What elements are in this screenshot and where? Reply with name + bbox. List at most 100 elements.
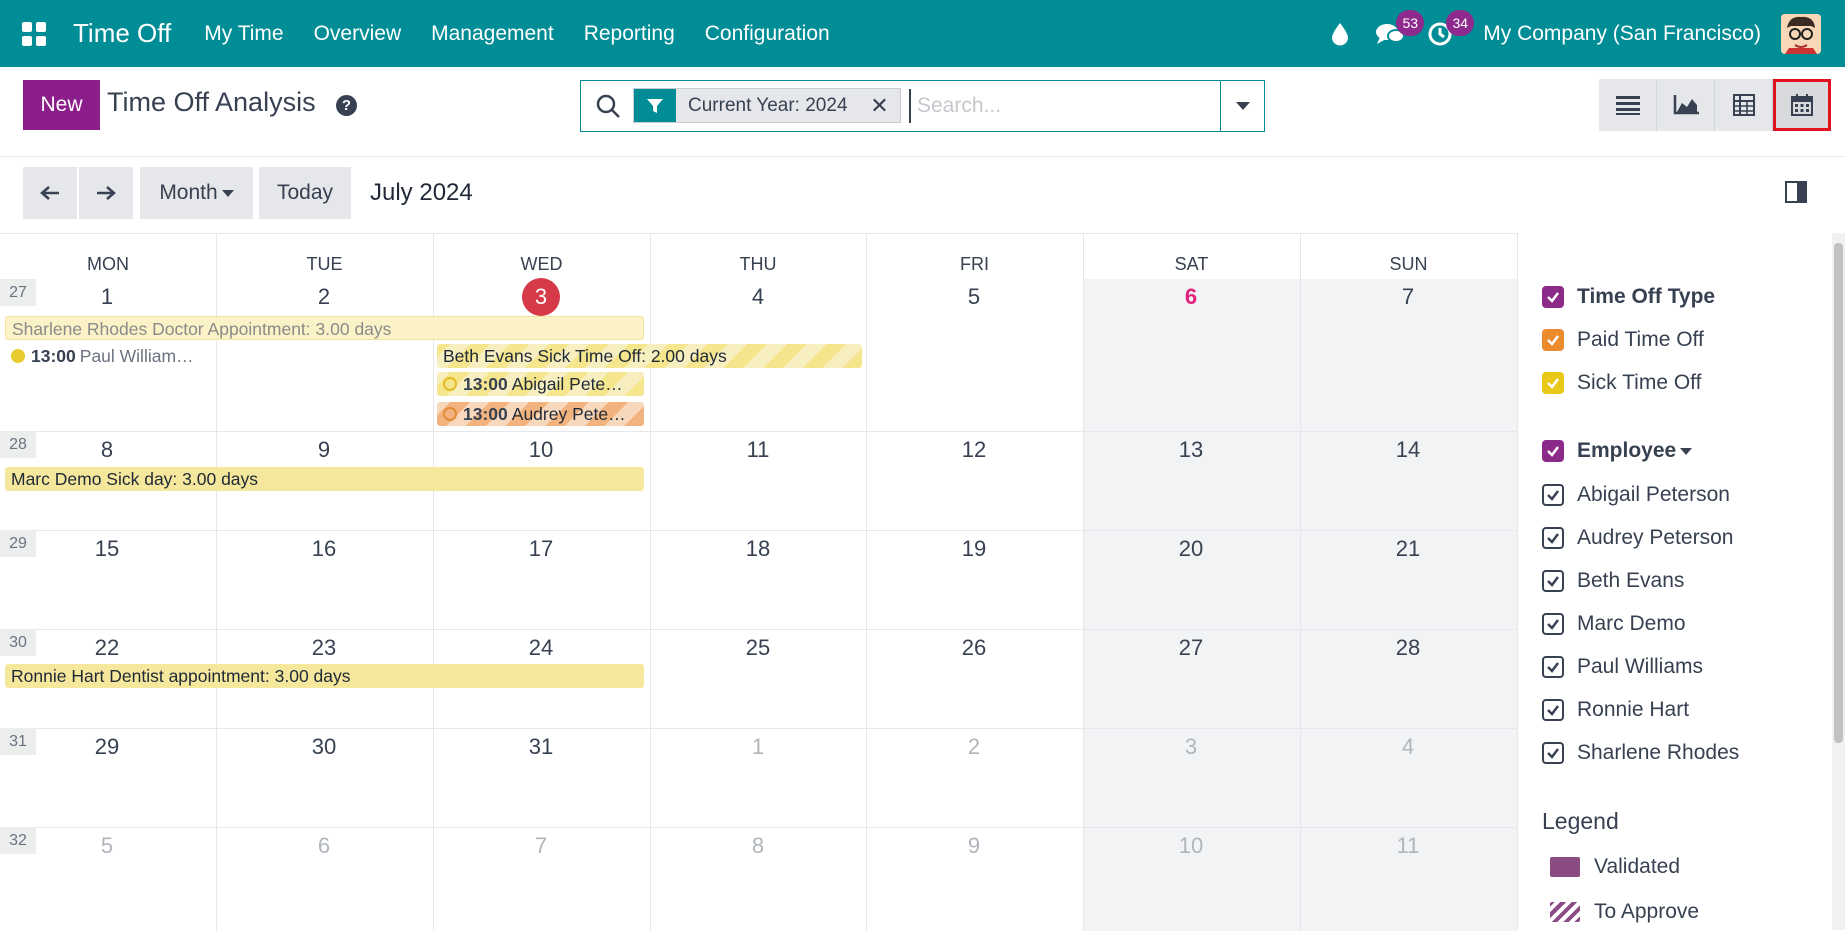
next-button[interactable] — [79, 167, 133, 219]
filter-employee-item[interactable]: Marc Demo — [1542, 612, 1686, 636]
day-cell-other-month[interactable]: 5 — [87, 833, 127, 859]
day-cell-today[interactable]: 3 — [522, 278, 560, 316]
week-number[interactable]: 27 — [0, 279, 36, 306]
checkbox-checked-icon[interactable] — [1542, 570, 1564, 592]
droplet-icon[interactable] — [1315, 0, 1365, 67]
messages-icon[interactable]: 53 — [1365, 0, 1425, 67]
day-cell[interactable]: 1 — [87, 284, 127, 310]
day-cell[interactable]: 13 — [1171, 437, 1211, 463]
caret-down-icon[interactable] — [1680, 447, 1693, 455]
day-cell[interactable]: 8 — [87, 437, 127, 463]
day-cell[interactable]: 17 — [521, 536, 561, 562]
checkbox-checked-icon[interactable] — [1542, 372, 1564, 394]
event-abigail-peterson[interactable]: 13:00 Abigail Pete… — [437, 372, 644, 396]
checkbox-checked-icon[interactable] — [1542, 484, 1564, 506]
search-icon[interactable] — [595, 93, 621, 119]
checkbox-checked-icon[interactable] — [1542, 613, 1564, 635]
facet-remove-icon[interactable]: ✕ — [859, 89, 900, 122]
day-cell-other-month[interactable]: 7 — [521, 833, 561, 859]
day-cell[interactable]: 16 — [304, 536, 344, 562]
filter-time-off-type[interactable]: Time Off Type — [1542, 285, 1715, 309]
day-cell[interactable]: 6 — [1171, 284, 1211, 310]
day-cell[interactable]: 23 — [304, 635, 344, 661]
day-cell[interactable]: 20 — [1171, 536, 1211, 562]
event-sharlene-doctor[interactable]: Sharlene Rhodes Doctor Appointment: 3.00… — [5, 316, 644, 340]
menu-my-time[interactable]: My Time — [204, 22, 283, 46]
day-cell[interactable]: 5 — [954, 284, 994, 310]
day-cell[interactable]: 29 — [87, 734, 127, 760]
day-cell[interactable]: 2 — [304, 284, 344, 310]
filter-employee-item[interactable]: Sharlene Rhodes — [1542, 741, 1739, 765]
side-panel-toggle-icon[interactable] — [1785, 181, 1807, 203]
graph-view-button[interactable] — [1657, 79, 1715, 131]
day-cell-other-month[interactable]: 6 — [304, 833, 344, 859]
app-name[interactable]: Time Off — [73, 18, 171, 49]
scrollbar-thumb[interactable] — [1834, 243, 1843, 743]
day-cell-other-month[interactable]: 2 — [954, 734, 994, 760]
filter-paid-time-off[interactable]: Paid Time Off — [1542, 328, 1704, 352]
checkbox-checked-icon[interactable] — [1542, 699, 1564, 721]
day-cell[interactable]: 12 — [954, 437, 994, 463]
event-marc-sick[interactable]: Marc Demo Sick day: 3.00 days — [5, 467, 644, 491]
activity-clock-icon[interactable]: 34 — [1415, 0, 1475, 67]
menu-overview[interactable]: Overview — [314, 22, 402, 46]
day-cell[interactable]: 7 — [1388, 284, 1428, 310]
side-panel-scrollbar[interactable] — [1832, 233, 1845, 930]
pivot-view-button[interactable] — [1715, 79, 1773, 131]
day-cell-other-month[interactable]: 8 — [738, 833, 778, 859]
event-paul-williams[interactable]: 13:00 Paul William… — [5, 344, 210, 368]
checkbox-checked-icon[interactable] — [1542, 329, 1564, 351]
day-cell-other-month[interactable]: 10 — [1171, 833, 1211, 859]
week-number[interactable]: 30 — [0, 629, 36, 656]
checkbox-checked-icon[interactable] — [1542, 742, 1564, 764]
calendar-view-button[interactable] — [1773, 79, 1831, 131]
day-cell[interactable]: 19 — [954, 536, 994, 562]
day-cell[interactable]: 22 — [87, 635, 127, 661]
day-cell[interactable]: 31 — [521, 734, 561, 760]
day-cell-other-month[interactable]: 11 — [1388, 833, 1428, 859]
previous-button[interactable] — [23, 167, 77, 219]
filter-employee-item[interactable]: Audrey Peterson — [1542, 526, 1733, 550]
filter-employee-item[interactable]: Ronnie Hart — [1542, 698, 1689, 722]
event-beth-sick[interactable]: Beth Evans Sick Time Off: 2.00 days — [437, 344, 862, 368]
filter-employee-item[interactable]: Paul Williams — [1542, 655, 1703, 679]
week-number[interactable]: 29 — [0, 530, 36, 557]
day-cell-other-month[interactable]: 3 — [1171, 734, 1211, 760]
menu-reporting[interactable]: Reporting — [584, 22, 675, 46]
event-audrey-peterson[interactable]: 13:00 Audrey Pete… — [437, 402, 644, 426]
scale-dropdown[interactable]: Month — [140, 167, 253, 219]
menu-configuration[interactable]: Configuration — [705, 22, 830, 46]
week-number[interactable]: 31 — [0, 728, 36, 755]
day-cell[interactable]: 10 — [521, 437, 561, 463]
list-view-button[interactable] — [1599, 79, 1657, 131]
filter-sick-time-off[interactable]: Sick Time Off — [1542, 371, 1701, 395]
filter-employee-item[interactable]: Beth Evans — [1542, 569, 1684, 593]
search-options-toggle[interactable] — [1220, 81, 1264, 131]
checkbox-checked-icon[interactable] — [1542, 286, 1564, 308]
help-icon[interactable]: ? — [336, 95, 357, 116]
apps-menu-icon[interactable] — [0, 0, 67, 67]
company-switcher[interactable]: My Company (San Francisco) — [1483, 22, 1761, 46]
day-cell-other-month[interactable]: 1 — [738, 734, 778, 760]
week-number[interactable]: 28 — [0, 431, 36, 458]
user-avatar[interactable] — [1781, 13, 1821, 54]
menu-management[interactable]: Management — [431, 22, 554, 46]
day-cell[interactable]: 27 — [1171, 635, 1211, 661]
search-input[interactable] — [909, 89, 1209, 123]
day-cell[interactable]: 21 — [1388, 536, 1428, 562]
day-cell-other-month[interactable]: 9 — [954, 833, 994, 859]
day-cell[interactable]: 4 — [738, 284, 778, 310]
day-cell[interactable]: 14 — [1388, 437, 1428, 463]
filter-employee[interactable]: Employee — [1542, 439, 1693, 463]
event-ronnie-dentist[interactable]: Ronnie Hart Dentist appointment: 3.00 da… — [5, 664, 644, 688]
week-number[interactable]: 32 — [0, 827, 36, 854]
day-cell-other-month[interactable]: 4 — [1388, 734, 1428, 760]
checkbox-checked-icon[interactable] — [1542, 656, 1564, 678]
new-button[interactable]: New — [23, 80, 100, 130]
day-cell[interactable]: 28 — [1388, 635, 1428, 661]
filter-employee-item[interactable]: Abigail Peterson — [1542, 483, 1730, 507]
day-cell[interactable]: 11 — [738, 437, 778, 463]
checkbox-checked-icon[interactable] — [1542, 440, 1564, 462]
checkbox-checked-icon[interactable] — [1542, 527, 1564, 549]
day-cell[interactable]: 26 — [954, 635, 994, 661]
